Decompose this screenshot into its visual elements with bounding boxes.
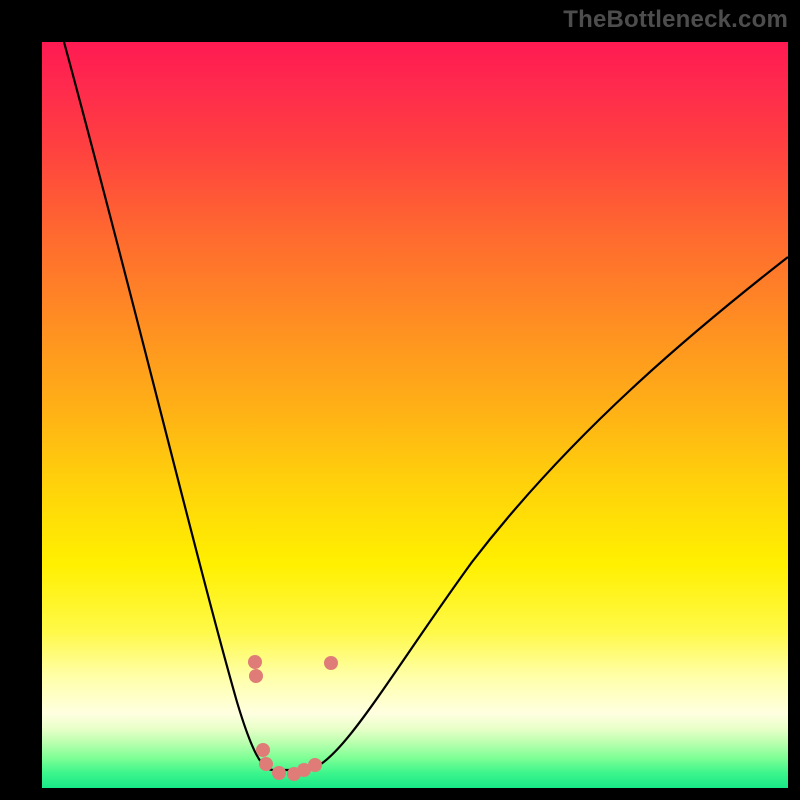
data-dot	[259, 757, 273, 771]
curve-left	[64, 42, 273, 770]
data-dot	[308, 758, 322, 772]
data-dot	[324, 656, 338, 670]
data-dot	[248, 655, 262, 669]
curve-overlay	[42, 42, 788, 788]
plot-area	[42, 42, 788, 788]
data-dot	[249, 669, 263, 683]
data-dot	[272, 766, 286, 780]
chart-frame: TheBottleneck.com	[0, 0, 800, 800]
curve-right	[309, 257, 788, 770]
data-dot	[256, 743, 270, 757]
watermark-text: TheBottleneck.com	[563, 6, 788, 34]
